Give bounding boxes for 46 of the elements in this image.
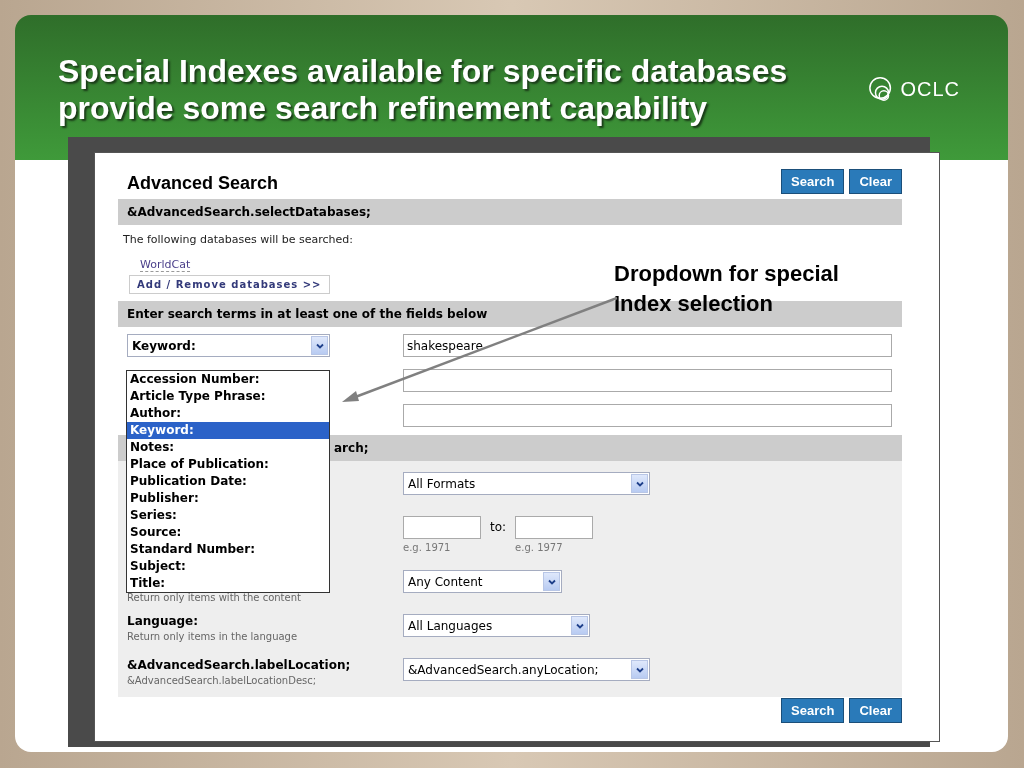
year-field[interactable]	[515, 516, 594, 539]
search-form-button[interactable]: Search	[781, 698, 845, 723]
dropdown-option[interactable]: Series:	[127, 507, 329, 524]
year-field[interactable]	[403, 516, 481, 539]
slide-title: provide some search refinement capability	[58, 90, 709, 127]
search-term-field[interactable]	[403, 369, 892, 392]
dropdown-option[interactable]: Title:	[127, 575, 329, 592]
database-link[interactable]: WorldCat	[140, 258, 191, 272]
dropdown-option[interactable]: Place of Publication:	[127, 456, 329, 473]
annotation-text: Dropdown for special	[614, 260, 839, 288]
section-header: arch;	[334, 441, 369, 455]
search-form-button[interactable]: Search	[781, 169, 845, 194]
logo-text: OCLC	[900, 77, 960, 101]
to-label: to:	[490, 519, 507, 536]
dropdown-option[interactable]: Article Type Phrase:	[127, 388, 329, 405]
dropdown-option[interactable]: Subject:	[127, 558, 329, 575]
dropdown-field[interactable]: Any Content	[403, 570, 562, 593]
dropdown-option[interactable]: Publisher:	[127, 490, 329, 507]
slide-title: Special Indexes available for specific databases	[58, 53, 788, 90]
search-term-field[interactable]	[403, 404, 892, 427]
dropdown-field[interactable]: &AdvancedSearch.anyLocation;	[403, 658, 650, 681]
field-label: &AdvancedSearch.labelLocation;	[127, 658, 352, 674]
search-form-button[interactable]: Clear	[849, 169, 902, 194]
hint-text: e.g. 1971	[403, 542, 452, 553]
annotation-text: Index selection	[614, 290, 774, 318]
dropdown-option[interactable]: Notes:	[127, 439, 329, 456]
field-description: &AdvancedSearch.labelLocationDesc;	[127, 675, 318, 686]
dropdown-option[interactable]: Accession Number:	[127, 371, 329, 388]
field-description: Return only items in the language	[127, 631, 299, 642]
dropdown-option[interactable]: Author:	[127, 405, 329, 422]
field-description: Return only items with the content	[127, 592, 302, 603]
page-heading: Advanced Search	[126, 173, 279, 194]
dropdown-option[interactable]: Standard Number:	[127, 541, 329, 558]
search-term-field[interactable]: shakespeare	[403, 334, 892, 357]
dropdown-field[interactable]: Keyword:	[127, 334, 330, 357]
dropdown-field[interactable]: All Languages	[403, 614, 590, 637]
search-form-button[interactable]: Clear	[849, 698, 902, 723]
add-remove-button[interactable]: Add / Remove databases >>	[129, 275, 330, 294]
dropdown-option[interactable]: Source:	[127, 524, 329, 541]
hint-text: e.g. 1977	[515, 542, 564, 553]
section-header: &AdvancedSearch.selectDatabases;	[118, 199, 902, 225]
dropdown-option[interactable]: Keyword:	[127, 422, 329, 439]
intro-text: The following databases will be searched:	[122, 232, 355, 246]
field-label: Language:	[127, 614, 200, 630]
dropdown-option[interactable]: Publication Date:	[127, 473, 329, 490]
dropdown-field[interactable]: All Formats	[403, 472, 650, 495]
